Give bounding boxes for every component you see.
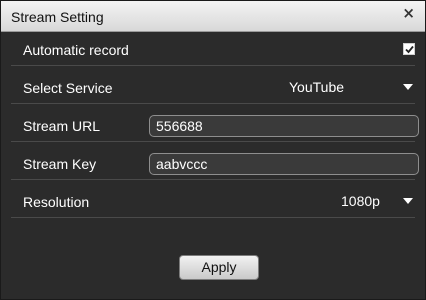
dialog-title: Stream Setting <box>11 9 104 25</box>
stream-key-label: Stream Key <box>23 156 97 172</box>
chevron-down-icon[interactable] <box>403 198 413 204</box>
select-service-row[interactable]: Select Service YouTube <box>11 71 415 104</box>
resolution-dropdown-value[interactable]: 1080p <box>341 193 380 209</box>
resolution-row[interactable]: Resolution 1080p <box>11 185 415 218</box>
stream-url-label: Stream URL <box>23 118 101 134</box>
checkmark-icon <box>405 45 414 54</box>
close-icon[interactable]: × <box>402 4 415 22</box>
automatic-record-label: Automatic record <box>23 42 129 58</box>
stream-url-row: Stream URL <box>11 109 419 142</box>
title-bar: Stream Setting × <box>1 1 425 32</box>
automatic-record-checkbox[interactable] <box>403 43 415 55</box>
stream-url-input[interactable] <box>149 115 419 137</box>
stream-setting-dialog: Stream Setting × Automatic record Select… <box>0 0 426 300</box>
stream-key-row: Stream Key <box>11 147 419 180</box>
automatic-record-row[interactable]: Automatic record <box>11 33 415 66</box>
apply-button[interactable]: Apply <box>179 255 259 280</box>
chevron-down-icon[interactable] <box>403 84 413 90</box>
select-service-label: Select Service <box>23 80 113 96</box>
stream-key-input[interactable] <box>149 153 419 175</box>
service-dropdown-value[interactable]: YouTube <box>289 79 344 95</box>
resolution-label: Resolution <box>23 194 90 210</box>
